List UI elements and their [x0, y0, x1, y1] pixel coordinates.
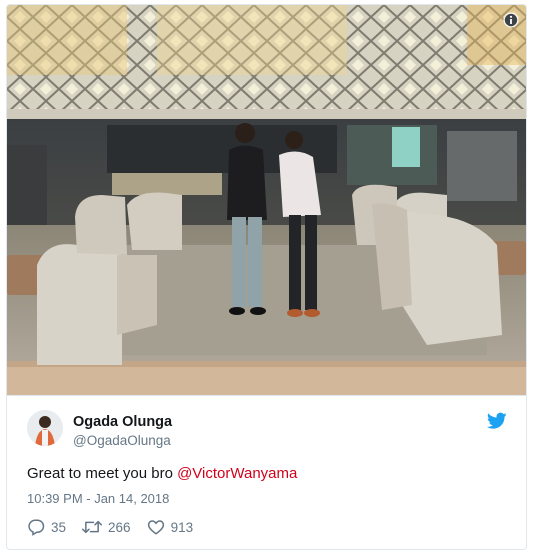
retweet-count: 266 [108, 519, 131, 535]
tweet-photo[interactable] [7, 5, 526, 396]
reply-count: 35 [51, 519, 67, 535]
avatar-image [27, 410, 63, 446]
info-icon[interactable] [503, 12, 519, 28]
reply-icon [28, 519, 45, 536]
like-button[interactable]: 913 [147, 518, 194, 536]
avatar[interactable] [27, 410, 63, 446]
tweet-text: Great to meet you bro @VictorWanyama [27, 465, 297, 482]
tweet-text-body: Great to meet you bro [27, 465, 178, 482]
tweet-actions: 35 266 913 [27, 517, 209, 537]
twitter-bird-icon[interactable] [487, 412, 507, 430]
author-name[interactable]: Ogada Olunga [73, 414, 172, 430]
heart-icon [147, 520, 164, 535]
tweet-header: Ogada Olunga @OgadaOlunga [27, 408, 507, 452]
tweet-card: Ogada Olunga @OgadaOlunga Great to meet … [6, 4, 527, 550]
hotel-lobby-photo [7, 5, 526, 395]
retweet-icon [82, 520, 103, 534]
retweet-button[interactable]: 266 [82, 518, 131, 536]
like-count: 913 [170, 519, 194, 535]
mention-link[interactable]: @VictorWanyama [177, 465, 297, 482]
author-handle[interactable]: @OgadaOlunga [73, 433, 171, 448]
tweet-timestamp[interactable]: 10:39 PM - Jan 14, 2018 [27, 491, 169, 506]
reply-button[interactable]: 35 [27, 518, 66, 536]
